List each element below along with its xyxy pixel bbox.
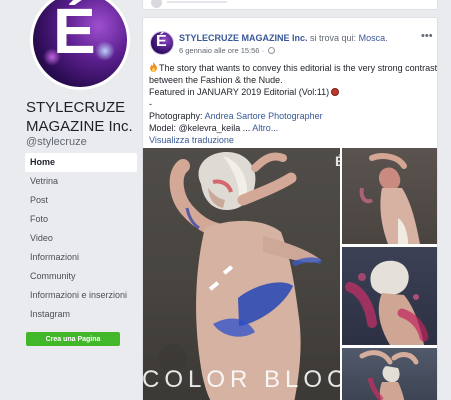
sidebar-item-info-inserzioni[interactable]: Informazioni e inserzioni [25, 286, 137, 305]
post-line-1: The story that wants to convey this edit… [149, 62, 437, 74]
sidebar-item-instagram[interactable]: Instagram [25, 305, 137, 324]
page-sidebar: É STYLECRUZE MAGAZINE Inc. @stylecruze H… [0, 0, 137, 400]
post-author-avatar[interactable]: É [150, 31, 174, 55]
model-label: Model: [149, 123, 177, 133]
post-text-line-3: Featured in JANUARY 2019 Editorial (Vol:… [149, 87, 330, 97]
post-header: STYLECRUZE MAGAZINE Inc. si trova qui: M… [179, 33, 388, 43]
model-handle: @kelevra_keila [178, 123, 241, 133]
photography-label: Photography: [149, 111, 203, 121]
composer-placeholder-bar [167, 1, 227, 3]
post-text-line-2: between the Fashion & the Nude. [149, 75, 283, 85]
sidebar-item-home[interactable]: Home [25, 153, 137, 172]
sidebar-item-vetrina[interactable]: Vetrina [25, 172, 137, 191]
post-photo-2[interactable] [342, 148, 437, 244]
post-photo-3[interactable] [342, 247, 437, 345]
location-prefix: si trova qui: [310, 33, 357, 43]
image-overlay-text: COLOR BLOCK [143, 366, 340, 393]
fire-icon [150, 62, 157, 72]
post-author-link[interactable]: STYLECRUZE MAGAZINE Inc. [179, 33, 308, 43]
composer-avatar [151, 0, 162, 8]
sidebar-item-post[interactable]: Post [25, 191, 137, 210]
post-line-3: Featured in JANUARY 2019 Editorial (Vol:… [149, 86, 433, 98]
volume-emoji-icon [331, 88, 340, 96]
location-link[interactable]: Mosca [359, 33, 386, 43]
main-photo-art [159, 151, 323, 400]
sidebar-item-informazioni[interactable]: Informazioni [25, 248, 137, 267]
page-handle[interactable]: @stylecruze [26, 136, 87, 148]
sidebar-item-community[interactable]: Community [25, 267, 137, 286]
model-credit: Model: @kelevra_keila ... Altro... [149, 122, 433, 134]
sidebar-item-foto[interactable]: Foto [25, 210, 137, 229]
timestamp-separator: · [261, 46, 265, 55]
more-text-link[interactable]: Altro... [252, 123, 278, 133]
post-text-line-4: - [149, 99, 152, 109]
composer-card [142, 0, 438, 10]
see-translation-link[interactable]: Visualizza traduzione [149, 134, 433, 146]
ellipsis: ... [242, 123, 251, 133]
photographer-link[interactable]: Andrea Sartore Photographer [205, 111, 323, 121]
photo-4-art [359, 350, 419, 400]
photo-2-art [359, 153, 420, 244]
avatar-light-glow [95, 41, 115, 61]
post-body: The story that wants to convey this edit… [149, 62, 437, 146]
sidebar-nav: Home Vetrina Post Foto Video Informazion… [25, 153, 137, 324]
post-photo-main[interactable]: É COLOR BLOCK [143, 148, 340, 400]
post-photo-4[interactable] [342, 348, 437, 400]
post-timestamp[interactable]: 6 gennaio alle ore 15:56 · [179, 46, 276, 55]
avatar-logo-letter: É [53, 0, 96, 67]
photography-credit: Photography: Andrea Sartore Photographer [149, 110, 433, 122]
timestamp-text[interactable]: 6 gennaio alle ore 15:56 [179, 46, 259, 55]
sidebar-item-video[interactable]: Video [25, 229, 137, 248]
create-page-button[interactable]: Crea una Pagina [26, 332, 120, 346]
post-avatar-letter: É [156, 33, 167, 50]
feed-post: É STYLECRUZE MAGAZINE Inc. si trova qui:… [142, 17, 438, 400]
photo-3-art [345, 260, 429, 345]
globe-icon [268, 47, 276, 54]
post-text-line-1: The story that wants to convey this edit… [159, 63, 438, 73]
location-suffix: . [385, 33, 388, 43]
avatar-image: É [33, 0, 127, 87]
page-avatar[interactable]: É [30, 0, 130, 90]
image-corner-logo: É [335, 153, 340, 169]
more-options-icon[interactable]: ••• [421, 30, 433, 42]
page-name: STYLECRUZE MAGAZINE Inc. [26, 99, 133, 135]
